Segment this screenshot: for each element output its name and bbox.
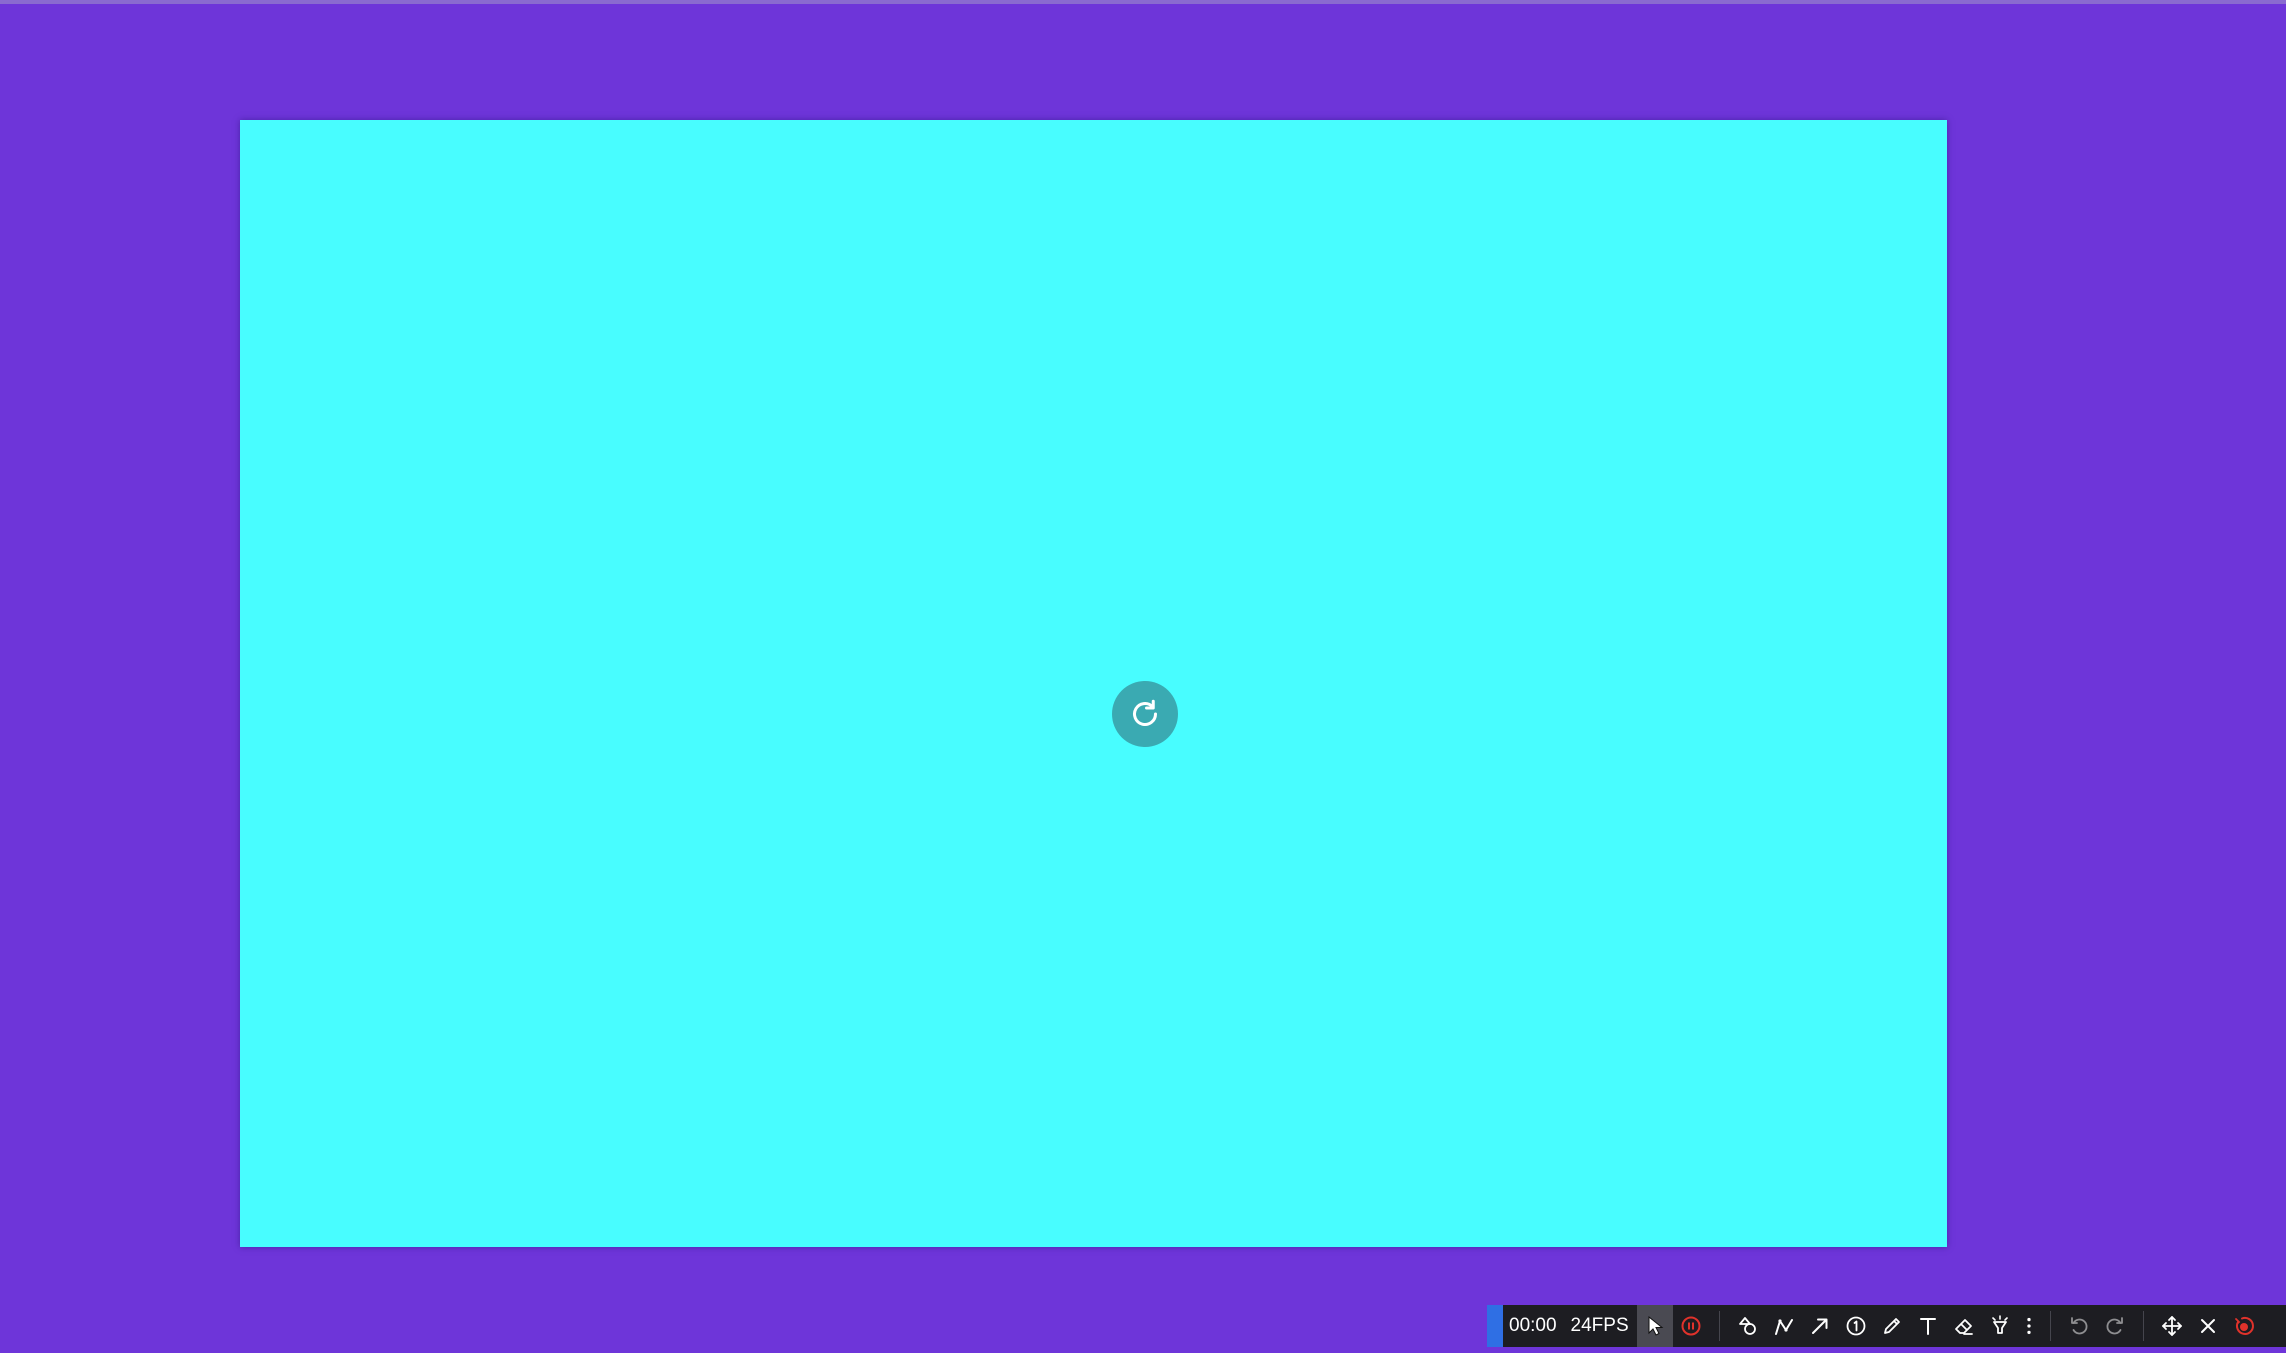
- eraser-tool-button[interactable]: [1946, 1305, 1982, 1347]
- pause-circle-icon: [1681, 1316, 1701, 1336]
- more-vertical-icon: [2026, 1317, 2031, 1335]
- desktop-background: 00:00 24FPS: [0, 0, 2286, 1353]
- text-icon: [1919, 1318, 1936, 1335]
- line-tool-button[interactable]: [1766, 1305, 1802, 1347]
- refresh-icon: [1133, 699, 1157, 726]
- step-number-tool-button[interactable]: [1838, 1305, 1874, 1347]
- toolbar-divider: [2049, 1311, 2051, 1341]
- spotlight-icon: [1991, 1315, 2008, 1334]
- redo-icon: [2106, 1317, 2123, 1335]
- pen-icon: [1883, 1318, 1900, 1334]
- arrow-icon: [1811, 1318, 1828, 1334]
- top-edge: [0, 0, 2286, 4]
- number-one-icon: [1846, 1316, 1866, 1336]
- close-icon: [2200, 1319, 2215, 1333]
- arrow-tool-button[interactable]: [1802, 1305, 1838, 1347]
- more-options-button[interactable]: [2018, 1305, 2040, 1347]
- recording-area: [240, 120, 1947, 1247]
- move-toolbar-button[interactable]: [2154, 1305, 2190, 1347]
- refresh-button[interactable]: [1112, 681, 1178, 747]
- close-button[interactable]: [2190, 1305, 2226, 1347]
- spotlight-tool-button[interactable]: [1982, 1305, 2018, 1347]
- shapes-icon: [1738, 1317, 1756, 1335]
- polyline-icon: [1774, 1319, 1793, 1335]
- toolbar-divider: [2142, 1311, 2144, 1341]
- cursor-tool-button[interactable]: [1636, 1305, 1673, 1347]
- pen-tool-button[interactable]: [1874, 1305, 1910, 1347]
- fps-selector[interactable]: 24FPS: [1571, 1315, 1629, 1337]
- text-tool-button[interactable]: [1910, 1305, 1946, 1347]
- undo-button[interactable]: [2061, 1305, 2097, 1347]
- redo-button[interactable]: [2097, 1305, 2133, 1347]
- eraser-icon: [1954, 1319, 1973, 1335]
- recording-toolbar: 00:00 24FPS: [1487, 1305, 2286, 1347]
- shapes-tool-button[interactable]: [1730, 1305, 1766, 1347]
- toolbar-drag-handle[interactable]: [1487, 1305, 1503, 1347]
- cursor-icon: [1648, 1315, 1664, 1336]
- stop-recording-button[interactable]: [2226, 1305, 2262, 1347]
- undo-icon: [2070, 1317, 2088, 1335]
- recording-timer: 00:00: [1509, 1315, 1557, 1336]
- toolbar-divider: [1718, 1311, 1720, 1341]
- pause-button[interactable]: [1673, 1305, 1709, 1347]
- move-icon: [2161, 1316, 2182, 1336]
- record-icon: [2234, 1316, 2254, 1335]
